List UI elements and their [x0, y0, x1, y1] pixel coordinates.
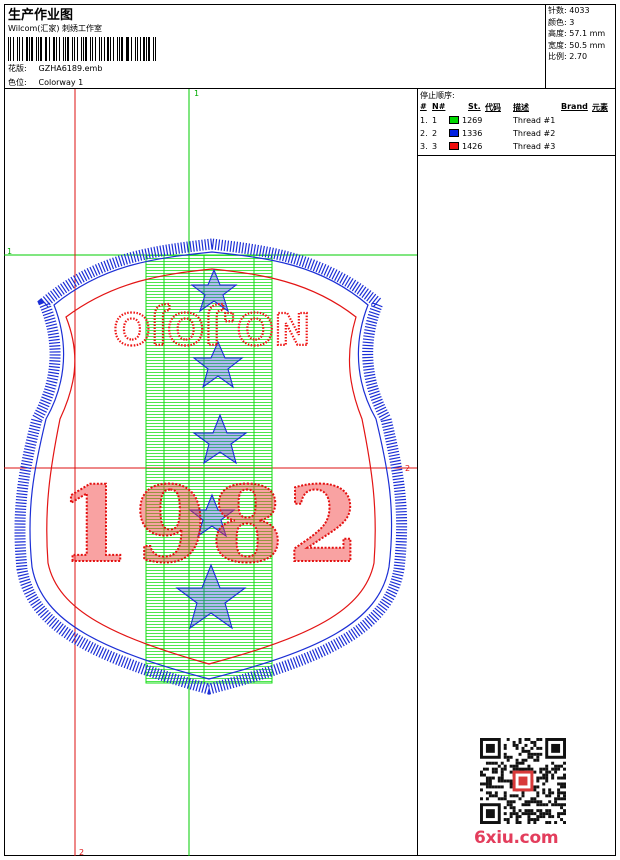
row-num: 1. [420, 116, 428, 125]
top-arched-text: NO.JOJO [113, 302, 311, 353]
spec-value: 57.1 mm [569, 29, 606, 38]
design-label: 花版: [8, 64, 27, 73]
spec-value: 3 [569, 17, 575, 27]
guide-label-green-v: 1 [194, 89, 199, 98]
col-header-element: 元素 [592, 103, 608, 112]
qr-code [480, 738, 566, 824]
header-panel: 生产作业图 Wilcom(汇家) 刺绣工作室 花版: GZHA6189.emb … [4, 4, 546, 89]
specs-panel: 针数: 4033 颜色: 3 高度: 57.1 mm 宽度: 50.5 mm 比… [545, 4, 616, 89]
colorway-value: Colorway 1 [38, 78, 84, 87]
spec-row: 高度: 57.1 mm [548, 28, 613, 40]
spec-label: 颜色: [548, 17, 567, 27]
year-number: 1982 [58, 463, 363, 586]
col-header-n: N# [432, 102, 446, 111]
guide-label-red-v: 2 [79, 848, 84, 856]
row-n: 1 [432, 116, 438, 125]
design-canvas: 1 1 2 2 NO.JOJO 1982 [4, 89, 418, 856]
thread-row: 3. 3 1426 Thread #3 [418, 142, 616, 155]
row-code: 1336 [462, 129, 483, 138]
row-desc: Thread #2 [513, 129, 556, 138]
thread-row: 2. 2 1336 Thread #2 [418, 129, 616, 142]
col-header-desc: 描述 [513, 103, 529, 112]
row-code: 1269 [462, 116, 483, 125]
row-num: 2. [420, 129, 428, 138]
row-num: 3. [420, 142, 428, 151]
col-header-code: 代码 [485, 103, 501, 112]
color-swatch [449, 129, 459, 137]
spec-row: 颜色: 3 [548, 17, 613, 29]
colorway-row: 色位: Colorway 1 [8, 77, 83, 88]
spec-value: 4033 [569, 6, 590, 15]
spec-row: 比例: 2.70 [548, 51, 613, 63]
row-code: 1426 [462, 142, 483, 151]
col-header-st: St. [468, 102, 481, 111]
page-title: 生产作业图 [8, 8, 74, 23]
studio-subtitle: Wilcom(汇家) 刺绣工作室 [8, 24, 103, 33]
row-n: 2 [432, 129, 438, 138]
spec-value: 50.5 mm [569, 40, 606, 50]
stop-sequence-panel: 停止顺序: # N# St. 代码 描述 Brand 元素 1. 1 1269 … [418, 89, 616, 156]
thread-row: 1. 1 1269 Thread #1 [418, 116, 616, 129]
color-swatch [449, 116, 459, 124]
spec-label: 比例: [548, 52, 567, 61]
guide-label-red-h: 2 [405, 464, 410, 473]
spec-value: 2.70 [569, 52, 588, 61]
color-swatch [449, 142, 459, 150]
spec-label: 针数: [548, 6, 567, 15]
row-desc: Thread #3 [513, 142, 556, 151]
stop-sequence-label: 停止顺序: [420, 91, 455, 100]
design-file: GZHA6189.emb [38, 64, 103, 73]
embroidery-preview: 1 1 2 2 NO.JOJO 1982 [4, 89, 417, 856]
watermark-logo: 6xiu.com [474, 828, 559, 848]
spec-row: 针数: 4033 [548, 5, 613, 17]
design-file-row: 花版: GZHA6189.emb [8, 63, 102, 74]
col-header-brand: Brand [561, 102, 588, 111]
row-desc: Thread #1 [513, 116, 556, 125]
row-n: 3 [432, 142, 438, 151]
spec-label: 高度: [548, 29, 567, 38]
spec-row: 宽度: 50.5 mm [548, 40, 613, 52]
guide-label-green-h: 1 [7, 247, 12, 256]
spec-label: 宽度: [548, 40, 567, 50]
colorway-label: 色位: [8, 78, 27, 87]
barcode [8, 37, 158, 61]
col-header-num: # [420, 102, 427, 111]
